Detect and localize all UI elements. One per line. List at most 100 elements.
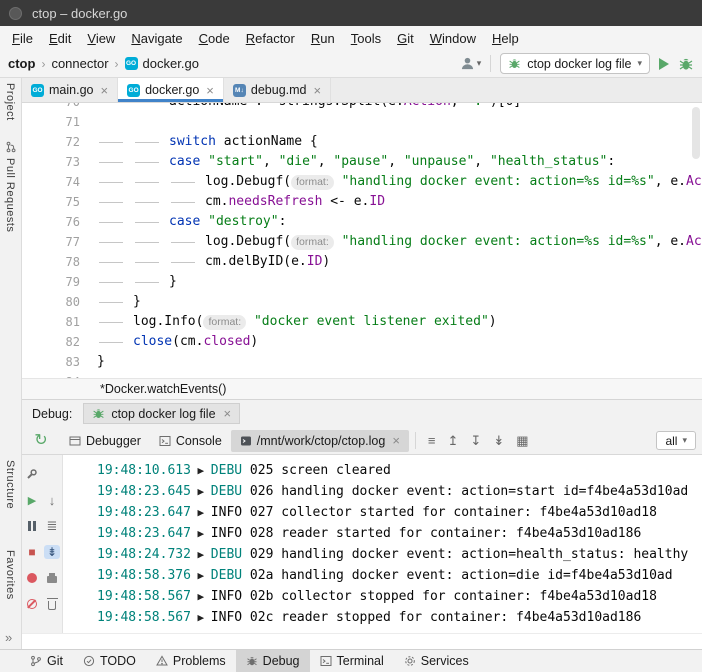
code-editor[interactable]: 70actionName := strings.Split(e.Action, … [22,103,702,378]
log-arrow-icon: ▶ [191,506,211,519]
scroll-to-end-button[interactable]: ⇟ [44,545,60,559]
layout-grid-icon[interactable]: ▦ [510,433,534,449]
log-output[interactable]: 19:48:10.613 ▶ DEBU 025 screen cleared19… [63,455,702,633]
sidebar-item-structure[interactable]: Structure [4,460,16,509]
menu-view[interactable]: View [79,29,123,48]
menu-bar: FileEditViewNavigateCodeRefactorRunTools… [0,26,702,50]
breadcrumb-package[interactable]: connector [51,56,108,71]
statusbar-item-services[interactable]: Services [394,650,479,672]
sidebar-item-pull-requests[interactable]: Pull Requests [4,158,16,232]
go-file-icon: GO [31,84,44,97]
more-tool-windows-button[interactable]: » [5,630,12,645]
debug-button[interactable] [678,56,694,72]
tab-console[interactable]: Console [150,430,231,452]
person-icon [460,56,475,71]
ide-window: ctop – docker.go FileEditViewNavigateCod… [0,0,702,672]
line-number: 78 [22,252,80,272]
tab-whitespace-mark [97,272,133,292]
statusbar-item-problems[interactable]: Problems [146,650,236,672]
statusbar-item-git[interactable]: Git [20,650,73,672]
step-down-button[interactable]: ↓ [49,493,56,508]
resume-button[interactable]: ▶ [28,494,36,507]
close-icon[interactable]: × [314,83,322,98]
tab-log-file[interactable]: /mnt/work/ctop/ctop.log × [231,430,409,452]
run-button[interactable] [659,58,669,70]
mute-renderers-button[interactable] [27,599,37,609]
horizontal-scrollbar-track[interactable] [22,633,702,649]
code-token: ) [489,314,497,329]
code-token [246,314,254,329]
statusbar-item-terminal[interactable]: Terminal [310,650,394,672]
close-icon[interactable]: × [100,83,108,98]
print-button[interactable] [47,576,57,583]
log-filter-select[interactable]: all ▾ [656,431,696,450]
scroll-to-end-icon[interactable]: ↡ [487,433,510,449]
menu-code[interactable]: Code [191,29,238,48]
code-token: close [133,334,172,349]
menu-git[interactable]: Git [389,29,422,48]
code-token: switch [169,134,216,149]
line-number: 77 [22,232,80,252]
menu-refactor[interactable]: Refactor [238,29,303,48]
menu-edit[interactable]: Edit [41,29,79,48]
clear-all-button[interactable] [48,601,56,610]
code-token: ":" [466,103,489,109]
pause-button[interactable] [28,521,36,531]
mute-breakpoints-button[interactable] [27,573,37,583]
close-icon[interactable]: × [206,83,214,98]
status-bar: Git TODO Problems Debug Terminal Service… [0,649,702,672]
sidebar-item-favorites[interactable]: Favorites [4,550,16,600]
run-configuration-select[interactable]: ctop docker log file ▾ [500,53,650,74]
sidebar-item-project[interactable]: Project [4,83,16,121]
editor-scrollbar[interactable] [692,107,700,159]
code-token [200,214,208,229]
menu-window[interactable]: Window [422,29,484,48]
profile-button[interactable]: ▾ [460,56,482,71]
line-number: 80 [22,292,80,312]
editor-context-bar: *Docker.watchEvents() [22,378,702,400]
current-method-label: *Docker.watchEvents() [100,382,226,396]
code-text: cm.needsRefresh <- e.ID [97,192,385,212]
close-icon[interactable]: × [392,433,400,448]
go-file-icon: GO [127,84,140,97]
code-token: <- e. [322,194,369,209]
tab-debug-md[interactable]: M↓ debug.md × [224,78,331,102]
tab-docker-go[interactable]: GO docker.go × [118,78,224,102]
log-timestamp: 19:48:24.732 [97,547,191,562]
statusbar-item-debug[interactable]: Debug [236,650,310,672]
window-close-button[interactable] [9,7,22,20]
code-token: case [169,154,200,169]
debug-session-tab[interactable]: ctop docker log file × [83,403,240,424]
log-seq: 027 [242,505,281,520]
stop-button[interactable]: ■ [28,545,35,559]
pull-requests-icon[interactable] [5,141,17,153]
soft-wraps-icon[interactable]: ≡ [422,433,442,448]
tab-whitespace-mark [133,103,169,112]
breadcrumb-file[interactable]: GO docker.go [125,56,199,71]
breadcrumb-project[interactable]: ctop [8,56,35,71]
menu-run[interactable]: Run [303,29,343,48]
menu-tools[interactable]: Tools [343,29,389,48]
bug-icon [92,407,105,420]
soft-wrap-button[interactable]: ≣ [47,518,58,534]
tab-whitespace-mark [97,232,133,252]
breadcrumb-separator: › [41,57,45,71]
go-file-icon: GO [125,57,138,70]
code-token: } [97,354,105,369]
menu-help[interactable]: Help [484,29,527,48]
down-stack-trace-icon[interactable]: ↧ [464,433,487,449]
rerun-button[interactable]: ↻ [22,433,60,449]
code-text: log.Debugf(format: "handling docker even… [97,232,702,252]
tab-main-go[interactable]: GO main.go × [22,78,118,102]
code-token: case [169,214,200,229]
tab-whitespace-mark [97,172,133,192]
menu-navigate[interactable]: Navigate [123,29,190,48]
log-timestamp: 19:48:23.647 [97,505,191,520]
menu-file[interactable]: File [4,29,41,48]
close-icon[interactable]: × [224,406,232,421]
tab-debugger[interactable]: Debugger [60,430,150,452]
statusbar-item-todo[interactable]: TODO [73,650,146,672]
code-token: } [169,274,177,289]
settings-wrench-button[interactable] [26,468,38,480]
up-stack-trace-icon[interactable]: ↥ [442,433,465,449]
